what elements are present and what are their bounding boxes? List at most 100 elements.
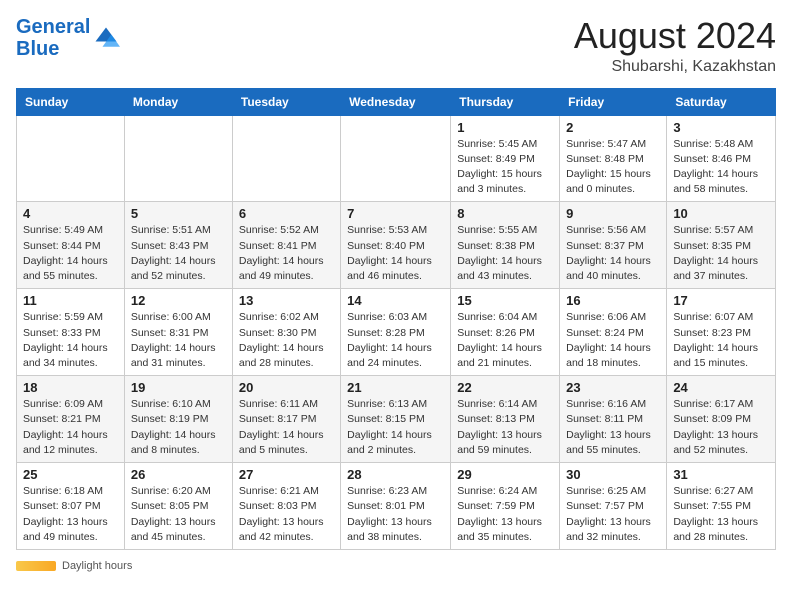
calendar-cell: 21 Sunrise: 6:13 AMSunset: 8:15 PMDayligh… [341,376,451,463]
day-number: 26 [131,467,226,482]
day-number: 29 [457,467,553,482]
day-number: 10 [673,206,769,221]
calendar-cell [124,115,232,202]
day-number: 6 [239,206,334,221]
daylight-label: Daylight hours [62,560,132,572]
column-header-saturday: Saturday [667,88,776,115]
calendar-cell: 5Sunrise: 5:51 AMSunset: 8:43 PMDaylight… [124,202,232,289]
calendar-body: 1Sunrise: 5:45 AMSunset: 8:49 PMDaylight… [17,115,776,549]
calendar-week-1: 1Sunrise: 5:45 AMSunset: 8:49 PMDaylight… [17,115,776,202]
day-info: Sunrise: 6:20 AMSunset: 8:05 PMDaylight:… [131,484,226,545]
calendar-cell: 13 Sunrise: 6:02 AMSunset: 8:30 PMDayligh… [232,289,340,376]
calendar-week-3: 11 Sunrise: 5:59 AMSunset: 8:33 PMDayligh… [17,289,776,376]
page-header: GeneralBlue August 2024 Shubarshi, Kazak… [16,16,776,76]
calendar-cell: 30 Sunrise: 6:25 AMSunset: 7:57 PMDayligh… [560,463,667,550]
day-number: 25 [23,467,118,482]
footer: Daylight hours [16,560,776,572]
calendar-cell: 27Sunrise: 6:21 AMSunset: 8:03 PMDayligh… [232,463,340,550]
calendar-cell: 29 Sunrise: 6:24 AMSunset: 7:59 PMDayligh… [451,463,560,550]
calendar-cell: 25 Sunrise: 6:18 AMSunset: 8:07 PMDayligh… [17,463,125,550]
day-info: Sunrise: 6:02 AMSunset: 8:30 PMDaylight:… [239,310,334,371]
day-number: 11 [23,293,118,308]
day-number: 9 [566,206,660,221]
calendar-cell: 19 Sunrise: 6:10 AMSunset: 8:19 PMDayligh… [124,376,232,463]
calendar-cell: 6 Sunrise: 5:52 AMSunset: 8:41 PMDaylight… [232,202,340,289]
calendar-cell [17,115,125,202]
day-number: 22 [457,380,553,395]
calendar-cell [341,115,451,202]
day-info: Sunrise: 5:48 AMSunset: 8:46 PMDaylight:… [673,137,769,198]
calendar-week-2: 4Sunrise: 5:49 AMSunset: 8:44 PMDaylight… [17,202,776,289]
day-number: 15 [457,293,553,308]
day-number: 2 [566,120,660,135]
day-info: Sunrise: 6:14 AMSunset: 8:13 PMDaylight:… [457,397,553,458]
day-number: 13 [239,293,334,308]
day-number: 28 [347,467,444,482]
calendar-cell: 22 Sunrise: 6:14 AMSunset: 8:13 PMDayligh… [451,376,560,463]
calendar-cell: 8 Sunrise: 5:55 AMSunset: 8:38 PMDaylight… [451,202,560,289]
day-info: Sunrise: 5:52 AMSunset: 8:41 PMDaylight:… [239,223,334,284]
day-info: Sunrise: 6:07 AMSunset: 8:23 PMDaylight:… [673,310,769,371]
calendar-cell [232,115,340,202]
logo-text: GeneralBlue [16,16,90,60]
day-info: Sunrise: 6:13 AMSunset: 8:15 PMDaylight:… [347,397,444,458]
day-number: 3 [673,120,769,135]
day-number: 8 [457,206,553,221]
day-number: 17 [673,293,769,308]
calendar-cell: 9 Sunrise: 5:56 AMSunset: 8:37 PMDaylight… [560,202,667,289]
day-info: Sunrise: 6:06 AMSunset: 8:24 PMDaylight:… [566,310,660,371]
daylight-bar-icon [16,561,56,571]
day-info: Sunrise: 6:09 AMSunset: 8:21 PMDaylight:… [23,397,118,458]
day-info: Sunrise: 6:24 AMSunset: 7:59 PMDaylight:… [457,484,553,545]
day-info: Sunrise: 5:55 AMSunset: 8:38 PMDaylight:… [457,223,553,284]
column-header-tuesday: Tuesday [232,88,340,115]
column-header-friday: Friday [560,88,667,115]
day-info: Sunrise: 5:53 AMSunset: 8:40 PMDaylight:… [347,223,444,284]
day-number: 16 [566,293,660,308]
day-info: Sunrise: 6:17 AMSunset: 8:09 PMDaylight:… [673,397,769,458]
calendar-cell: 14Sunrise: 6:03 AMSunset: 8:28 PMDayligh… [341,289,451,376]
calendar-cell: 4Sunrise: 5:49 AMSunset: 8:44 PMDaylight… [17,202,125,289]
day-info: Sunrise: 5:51 AMSunset: 8:43 PMDaylight:… [131,223,226,284]
day-info: Sunrise: 6:16 AMSunset: 8:11 PMDaylight:… [566,397,660,458]
day-info: Sunrise: 5:59 AMSunset: 8:33 PMDaylight:… [23,310,118,371]
location-title: Shubarshi, Kazakhstan [574,58,776,76]
calendar-cell: 7 Sunrise: 5:53 AMSunset: 8:40 PMDaylight… [341,202,451,289]
calendar-table: SundayMondayTuesdayWednesdayThursdayFrid… [16,88,776,550]
calendar-week-5: 25 Sunrise: 6:18 AMSunset: 8:07 PMDayligh… [17,463,776,550]
calendar-cell: 1Sunrise: 5:45 AMSunset: 8:49 PMDaylight… [451,115,560,202]
day-info: Sunrise: 6:04 AMSunset: 8:26 PMDaylight:… [457,310,553,371]
day-info: Sunrise: 5:47 AMSunset: 8:48 PMDaylight:… [566,137,660,198]
day-info: Sunrise: 6:25 AMSunset: 7:57 PMDaylight:… [566,484,660,545]
day-number: 4 [23,206,118,221]
day-number: 23 [566,380,660,395]
calendar-cell: 26 Sunrise: 6:20 AMSunset: 8:05 PMDayligh… [124,463,232,550]
day-number: 27 [239,467,334,482]
day-number: 18 [23,380,118,395]
day-info: Sunrise: 6:00 AMSunset: 8:31 PMDaylight:… [131,310,226,371]
day-number: 19 [131,380,226,395]
column-header-sunday: Sunday [17,88,125,115]
day-number: 31 [673,467,769,482]
month-title: August 2024 [574,16,776,56]
day-info: Sunrise: 5:56 AMSunset: 8:37 PMDaylight:… [566,223,660,284]
day-info: Sunrise: 5:57 AMSunset: 8:35 PMDaylight:… [673,223,769,284]
day-info: Sunrise: 6:18 AMSunset: 8:07 PMDaylight:… [23,484,118,545]
calendar-cell: 12Sunrise: 6:00 AMSunset: 8:31 PMDayligh… [124,289,232,376]
logo: GeneralBlue [16,16,120,60]
calendar-cell: 2 Sunrise: 5:47 AMSunset: 8:48 PMDaylight… [560,115,667,202]
day-number: 21 [347,380,444,395]
calendar-cell: 20Sunrise: 6:11 AMSunset: 8:17 PMDayligh… [232,376,340,463]
day-number: 24 [673,380,769,395]
day-number: 30 [566,467,660,482]
calendar-cell: 3 Sunrise: 5:48 AMSunset: 8:46 PMDaylight… [667,115,776,202]
calendar-cell: 18 Sunrise: 6:09 AMSunset: 8:21 PMDayligh… [17,376,125,463]
day-info: Sunrise: 6:10 AMSunset: 8:19 PMDaylight:… [131,397,226,458]
calendar-cell: 24 Sunrise: 6:17 AMSunset: 8:09 PMDayligh… [667,376,776,463]
day-number: 7 [347,206,444,221]
day-info: Sunrise: 5:45 AMSunset: 8:49 PMDaylight:… [457,137,553,198]
calendar-cell: 31Sunrise: 6:27 AMSunset: 7:55 PMDayligh… [667,463,776,550]
calendar-week-4: 18 Sunrise: 6:09 AMSunset: 8:21 PMDayligh… [17,376,776,463]
day-info: Sunrise: 6:03 AMSunset: 8:28 PMDaylight:… [347,310,444,371]
day-info: Sunrise: 6:23 AMSunset: 8:01 PMDaylight:… [347,484,444,545]
